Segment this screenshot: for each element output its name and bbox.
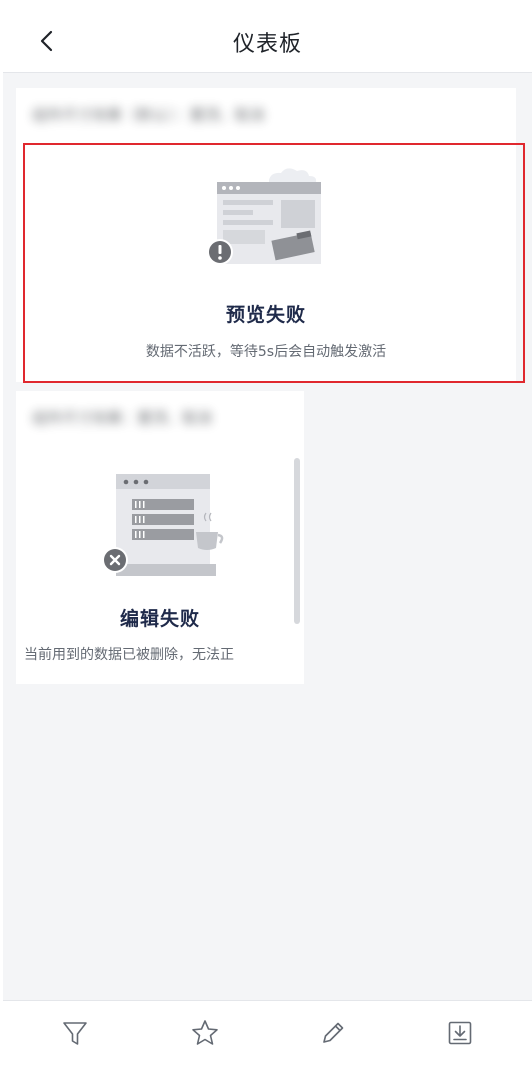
widget-title-blurred: 组件尺寸效果（默认）：置顶、取消 [32, 106, 265, 124]
edit-failed-title: 编辑失败 [119, 608, 200, 630]
filter-icon [63, 1022, 87, 1045]
filter-button[interactable] [59, 1017, 91, 1049]
star-icon [192, 1020, 218, 1045]
bottom-toolbar [3, 1000, 532, 1066]
page-title: 仪表板 [232, 32, 302, 57]
edit-button[interactable] [317, 1017, 349, 1049]
preview-failed-illustration [207, 168, 321, 265]
top-bar: 仪表板 [3, 0, 532, 73]
widget-title-blurred: 组件尺寸效果：置顶、取消 [32, 409, 213, 427]
favorite-button[interactable] [189, 1017, 221, 1049]
download-icon [448, 1021, 472, 1045]
edit-failed-illustration [102, 474, 224, 576]
dashboard-widget-card[interactable]: 组件尺寸效果（默认）：置顶、取消 预览失败 数据不活跃，等待5s后会自动触发激活 [16, 88, 516, 382]
card-scrollbar[interactable] [294, 458, 300, 624]
pencil-icon [323, 1022, 344, 1043]
preview-failed-title: 预览失败 [225, 304, 306, 326]
download-button[interactable] [444, 1017, 476, 1049]
preview-failed-description: 数据不活跃，等待5s后会自动触发激活 [145, 344, 387, 360]
app-root: 仪表板 组件尺寸效果（默认）：置顶、取消 预览失败 数据不活跃，等待5s后会自动… [0, 0, 532, 1066]
dashboard-widget-card[interactable]: 组件尺寸效果：置顶、取消 编辑失败 当前用到的数据已被删除，无法正 [16, 391, 304, 684]
edit-failed-description: 当前用到的数据已被删除，无法正 [24, 647, 234, 663]
